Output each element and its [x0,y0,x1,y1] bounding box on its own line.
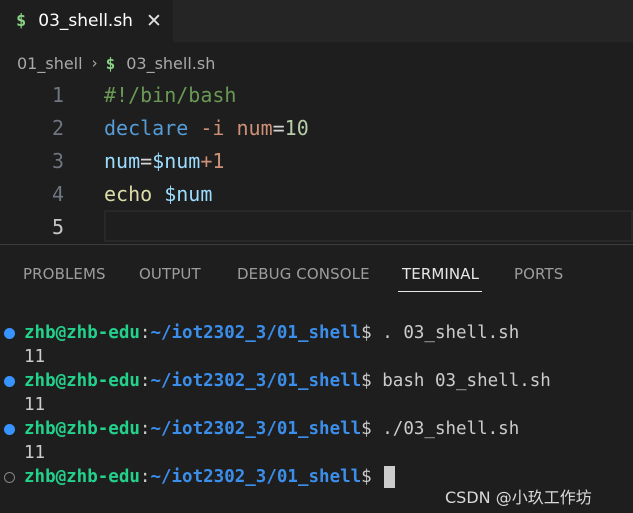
line-number: 2 [51,115,64,140]
code-token: +1 [200,148,225,173]
code-text: declare -i num=10 [104,116,309,140]
tab-debug-console[interactable]: DEBUG CONSOLE [237,265,370,283]
terminal-output-line: 11 [0,393,633,417]
terminal-cursor[interactable] [384,466,396,488]
shell-dollar-icon: $ [16,11,27,31]
terminal-command: ./03_shell.sh [382,419,520,439]
command-decoration-icon[interactable] [4,375,15,387]
active-tab-indicator [398,291,482,292]
bottom-panel: PROBLEMS OUTPUT DEBUG CONSOLE TERMINAL P… [0,245,633,513]
tab-ports[interactable]: PORTS [514,265,563,283]
prompt-colon: : [139,371,151,391]
code-line[interactable]: 1 #!/bin/bash [0,78,633,111]
line-number: 5 [51,214,64,239]
watermark: CSDN @小玖工作坊 [445,488,592,507]
prompt-user: zhb@zhb-edu [24,371,140,391]
code-token: $num [164,181,213,206]
prompt-user: zhb@zhb-edu [24,467,140,487]
prompt-sign: $ [361,323,372,343]
terminal-prompt: zhb@zhb-edu:~/iot2302_3/01_shell$ [24,466,396,488]
terminal-output: 11 [24,443,46,463]
tab-title: 03_shell.sh [38,11,133,31]
prompt-user: zhb@zhb-edu [24,419,140,439]
prompt-colon: : [139,323,151,343]
code-token: 10 [284,115,309,140]
code-text: #!/bin/bash [104,83,236,107]
code-line[interactable]: 5 [0,210,633,243]
breadcrumb-folder[interactable]: 01_shell [17,54,83,73]
line-number: 4 [51,181,64,206]
code-line[interactable]: 3 num=$num+1 [0,144,633,177]
code-line[interactable]: 2 declare -i num=10 [0,111,633,144]
code-token: num [104,148,141,173]
prompt-path: ~/iot2302_3/01_shell [150,467,362,487]
code-line[interactable]: 4 echo $num [0,177,633,210]
prompt-colon: : [139,419,151,439]
line-number: 3 [51,148,64,173]
chevron-right-icon: › [91,54,98,72]
code-token: num [236,115,273,140]
shell-dollar-icon: $ [105,53,116,73]
breadcrumb: 01_shell › $ 03_shell.sh [17,51,215,75]
code-token: $num [152,148,201,173]
terminal-prompt-line: zhb@zhb-edu:~/iot2302_3/01_shell$ . 03_s… [0,321,633,345]
editor-tab-bar: $ 03_shell.sh ✕ [0,0,633,42]
code-token: declare [104,115,189,140]
tab-terminal[interactable]: TERMINAL [402,265,479,283]
close-icon[interactable]: ✕ [146,10,162,32]
code-text: echo $num [104,182,212,206]
terminal-prompt: zhb@zhb-edu:~/iot2302_3/01_shell$ ./03_s… [24,419,519,439]
code-token: #!/bin/bash [104,82,237,107]
prompt-sign: $ [361,371,372,391]
prompt-user: zhb@zhb-edu [24,323,140,343]
tab-output[interactable]: OUTPUT [139,265,201,283]
command-decoration-icon[interactable] [4,471,15,483]
terminal-output: 11 [24,395,46,415]
code-token: echo [104,181,153,206]
code-token: = [140,148,153,173]
tab-problems[interactable]: PROBLEMS [23,265,106,283]
prompt-path: ~/iot2302_3/01_shell [150,371,362,391]
terminal-prompt: zhb@zhb-edu:~/iot2302_3/01_shell$ . 03_s… [24,323,519,343]
prompt-colon: : [139,467,151,487]
prompt-path: ~/iot2302_3/01_shell [150,419,362,439]
terminal-output: 11 [24,347,46,367]
terminal-output-line: 11 [0,345,633,369]
line-number: 1 [51,82,64,107]
tab-03-shell[interactable]: $ 03_shell.sh ✕ [0,0,173,42]
code-editor[interactable]: 1 #!/bin/bash 2 declare -i num=10 3 num=$num+… [0,78,633,244]
prompt-path: ~/iot2302_3/01_shell [150,323,362,343]
code-token: -i [200,115,225,140]
code-text: num=$num+1 [104,149,224,173]
terminal-output-line: 11 [0,441,633,465]
terminal-command: . 03_shell.sh [382,323,520,343]
terminal-prompt: zhb@zhb-edu:~/iot2302_3/01_shell$ bash 0… [24,371,551,391]
prompt-sign: $ [361,467,372,487]
terminal-command: bash 03_shell.sh [382,371,551,391]
command-decoration-icon[interactable] [4,327,15,339]
prompt-sign: $ [361,419,372,439]
terminal-prompt-line: zhb@zhb-edu:~/iot2302_3/01_shell$ ./03_s… [0,417,633,441]
command-decoration-icon[interactable] [4,423,15,435]
terminal-prompt-line: zhb@zhb-edu:~/iot2302_3/01_shell$ bash 0… [0,369,633,393]
code-token: = [272,115,285,140]
breadcrumb-file[interactable]: 03_shell.sh [126,54,215,73]
